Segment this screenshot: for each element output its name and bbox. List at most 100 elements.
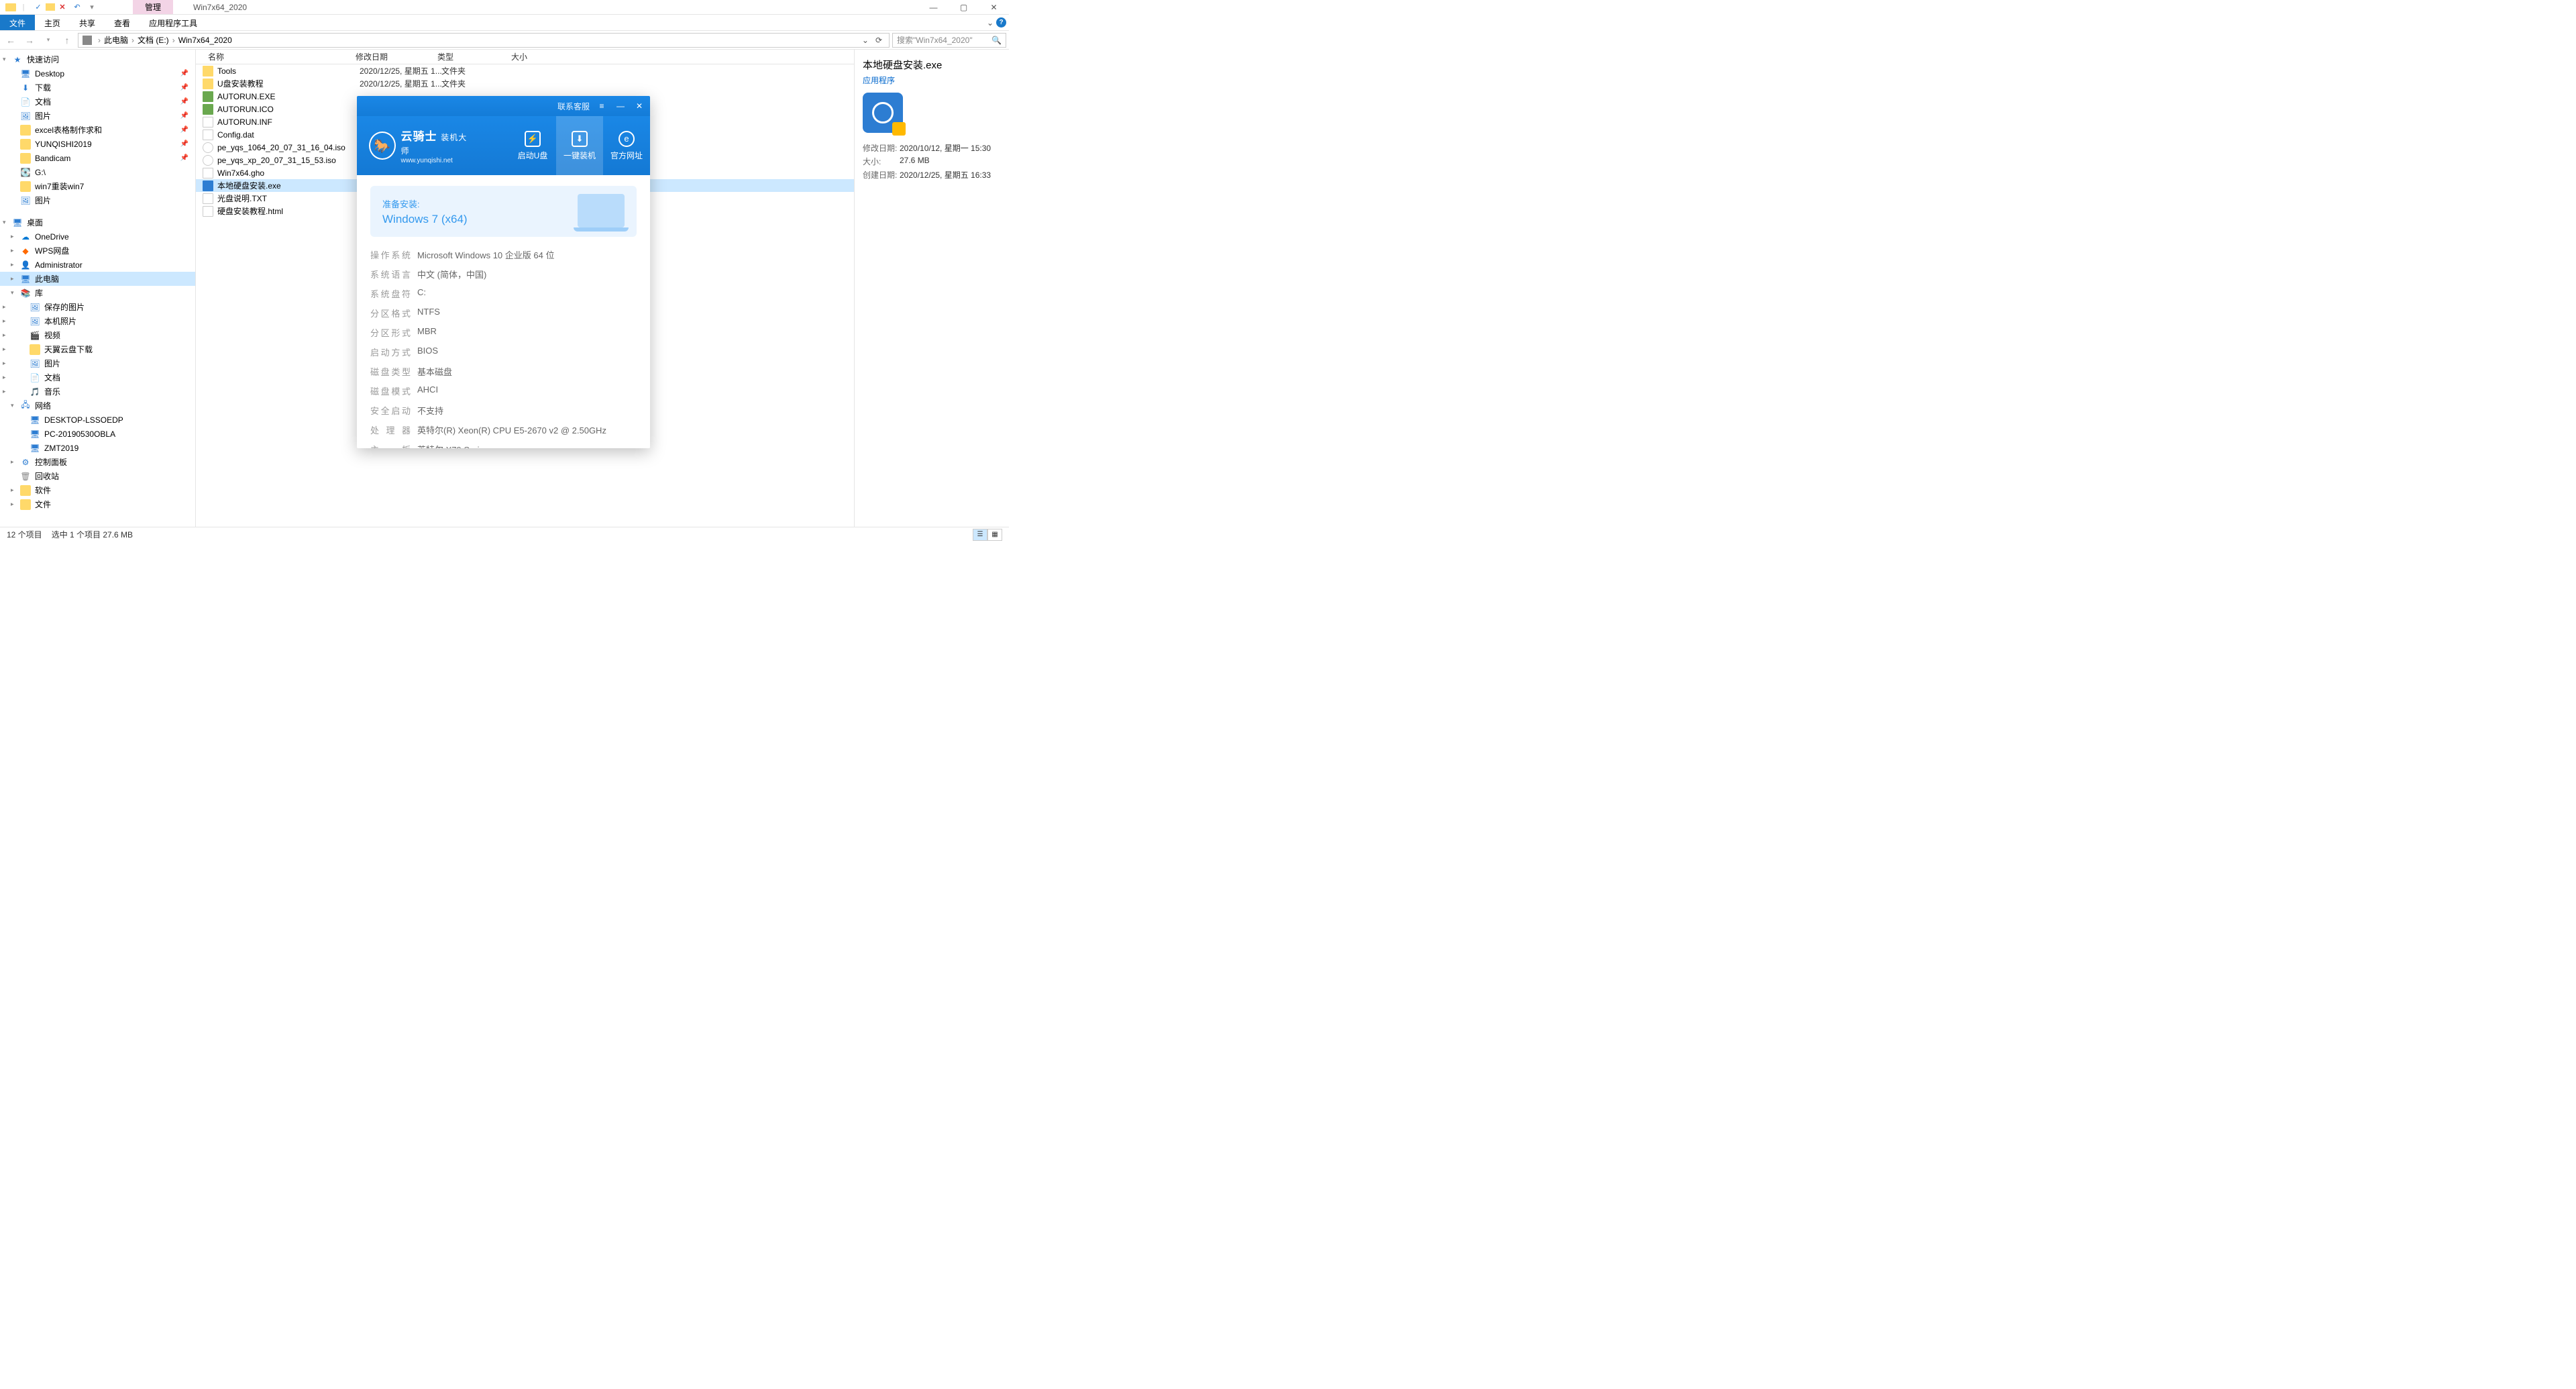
tree-item[interactable]: ▸天翼云盘下载: [0, 342, 195, 356]
tree-item[interactable]: win7重装win7: [0, 179, 195, 193]
tree-item[interactable]: YUNQISHI2019📌: [0, 137, 195, 151]
navigation-tree[interactable]: ▾★快速访问 🖥Desktop📌 ⬇下载📌 📄文档📌 🖼图片📌 excel表格制…: [0, 50, 196, 527]
tree-item[interactable]: ▸📄文档: [0, 370, 195, 384]
details-subtitle: 应用程序: [863, 74, 1001, 86]
view-details-button[interactable]: ☰: [973, 529, 987, 541]
tree-item[interactable]: excel表格制作求和📌: [0, 123, 195, 137]
tree-item[interactable]: ▸软件: [0, 483, 195, 497]
tree-item[interactable]: 🖼图片📌: [0, 109, 195, 123]
undo-icon[interactable]: ↶: [70, 1, 85, 13]
network-icon: 🖧: [20, 401, 31, 411]
qat-sep-icon: |: [16, 1, 31, 13]
tree-item[interactable]: 🖥DESKTOP-LSSOEDP: [0, 413, 195, 427]
tree-item[interactable]: 🖥Desktop📌: [0, 66, 195, 81]
globe-icon: e: [619, 131, 635, 147]
search-icon[interactable]: 🔍: [991, 36, 1002, 45]
logo-knight-icon: 🐎: [369, 132, 396, 160]
ribbon-tab-apptools[interactable]: 应用程序工具: [140, 15, 207, 30]
tree-label: YUNQISHI2019: [35, 140, 92, 149]
manage-tab[interactable]: 管理: [133, 0, 173, 14]
file-name: 硬盘安装教程.html: [217, 205, 360, 217]
breadcrumb-part[interactable]: Win7x64_2020: [178, 36, 232, 45]
nav-one-click-install[interactable]: ⬇一键装机: [556, 116, 603, 175]
qat-folder-icon[interactable]: [46, 3, 55, 11]
tree-desktop[interactable]: ▾🖥桌面: [0, 215, 195, 229]
tree-item[interactable]: ▸☁OneDrive: [0, 229, 195, 244]
tree-item[interactable]: ⬇下载📌: [0, 81, 195, 95]
tree-recycle-bin[interactable]: 🗑回收站: [0, 469, 195, 483]
picture-icon: 🖼: [30, 302, 40, 313]
contact-support-link[interactable]: 联系客服: [557, 101, 590, 112]
maximize-button[interactable]: ▢: [949, 0, 979, 15]
laptop-icon: [578, 194, 625, 227]
info-value: AHCI: [417, 384, 438, 397]
expand-ribbon-icon[interactable]: ⌄: [987, 18, 994, 28]
check-icon[interactable]: ✓: [31, 1, 46, 13]
ribbon-tab-file[interactable]: 文件: [0, 15, 35, 30]
file-icon: [203, 91, 213, 102]
dialog-close-button[interactable]: ✕: [633, 99, 646, 113]
tree-network[interactable]: ▾🖧网络: [0, 399, 195, 413]
nav-official-site[interactable]: e官方网址: [603, 116, 650, 175]
tree-item[interactable]: 🖼图片: [0, 193, 195, 207]
qat-more-icon[interactable]: ▾: [85, 1, 99, 13]
tree-label: 音乐: [44, 386, 60, 397]
refresh-icon[interactable]: ⟳: [873, 36, 885, 45]
dialog-header: 🐎 云骑士 装机大师 www.yunqishi.net ⚡启动U盘 ⬇一键装机 …: [357, 116, 650, 175]
nav-up-button[interactable]: ↑: [59, 32, 75, 48]
nav-recent-button[interactable]: ▾: [40, 32, 56, 48]
tree-item[interactable]: 🖥ZMT2019: [0, 441, 195, 455]
breadcrumb-part[interactable]: 文档 (E:): [138, 34, 169, 46]
column-size[interactable]: 大小: [506, 51, 573, 62]
tree-libraries[interactable]: ▾📚库: [0, 286, 195, 300]
search-input[interactable]: 搜索"Win7x64_2020" 🔍: [892, 33, 1006, 48]
tree-item[interactable]: 📄文档📌: [0, 95, 195, 109]
dialog-menu-button[interactable]: ≡: [595, 99, 608, 113]
tree-item[interactable]: ▸👤Administrator: [0, 258, 195, 272]
tree-item[interactable]: ▸🖼图片: [0, 356, 195, 370]
column-name[interactable]: 名称: [196, 51, 350, 62]
tree-item[interactable]: ▸🎵音乐: [0, 384, 195, 399]
file-row[interactable]: Tools 2020/12/25, 星期五 1... 文件夹: [196, 64, 854, 77]
info-label: 安全启动: [370, 404, 411, 417]
nav-boot-usb[interactable]: ⚡启动U盘: [509, 116, 556, 175]
help-icon[interactable]: ?: [996, 17, 1006, 28]
breadcrumb-dropdown-icon[interactable]: ⌄: [859, 36, 871, 45]
ribbon-tab-view[interactable]: 查看: [105, 15, 140, 30]
tree-label: 回收站: [35, 470, 59, 482]
tree-this-pc[interactable]: ▸🖥此电脑: [0, 272, 195, 286]
nav-forward-button[interactable]: →: [21, 32, 38, 48]
close-button[interactable]: ✕: [979, 0, 1009, 15]
tree-quick-access[interactable]: ▾★快速访问: [0, 52, 195, 66]
drive-icon: 💽: [20, 167, 31, 178]
tree-item[interactable]: 🖥PC-20190530OBLA: [0, 427, 195, 441]
ribbon-tab-share[interactable]: 共享: [70, 15, 105, 30]
tree-control-panel[interactable]: ▸⚙控制面板: [0, 455, 195, 469]
tree-item[interactable]: Bandicam📌: [0, 151, 195, 165]
tree-item[interactable]: 💽G:\: [0, 165, 195, 179]
dialog-titlebar[interactable]: . 联系客服 ≡ — ✕: [357, 96, 650, 116]
folder-icon[interactable]: [5, 3, 16, 11]
file-icon: [203, 206, 213, 217]
tree-item[interactable]: ▸文件: [0, 497, 195, 511]
dialog-minimize-button[interactable]: —: [614, 99, 627, 113]
ribbon-tab-home[interactable]: 主页: [35, 15, 70, 30]
tree-label: 图片: [35, 195, 51, 206]
breadcrumb[interactable]: › 此电脑 › 文档 (E:) › Win7x64_2020 ⌄ ⟳: [78, 33, 890, 48]
tree-item[interactable]: ▸🎬视频: [0, 328, 195, 342]
column-date[interactable]: 修改日期: [350, 51, 432, 62]
detail-value: 27.6 MB: [900, 156, 930, 167]
tree-item[interactable]: ▸🖼本机照片: [0, 314, 195, 328]
column-type[interactable]: 类型: [432, 51, 506, 62]
breadcrumb-part[interactable]: 此电脑: [104, 34, 128, 46]
details-pane: 本地硬盘安装.exe 应用程序 修改日期:2020/10/12, 星期一 15:…: [855, 50, 1009, 527]
file-row[interactable]: U盘安装教程 2020/12/25, 星期五 1... 文件夹: [196, 77, 854, 90]
nav-back-button[interactable]: ←: [3, 32, 19, 48]
tree-item[interactable]: ▸◆WPS网盘: [0, 244, 195, 258]
close-red-icon[interactable]: ✕: [55, 1, 70, 13]
view-icons-button[interactable]: ▦: [987, 529, 1002, 541]
prepare-os: Windows 7 (x64): [382, 213, 468, 226]
tree-item[interactable]: ▸🖼保存的图片: [0, 300, 195, 314]
info-row: 系统语言中文 (简体，中国): [370, 264, 637, 284]
minimize-button[interactable]: —: [918, 0, 949, 15]
